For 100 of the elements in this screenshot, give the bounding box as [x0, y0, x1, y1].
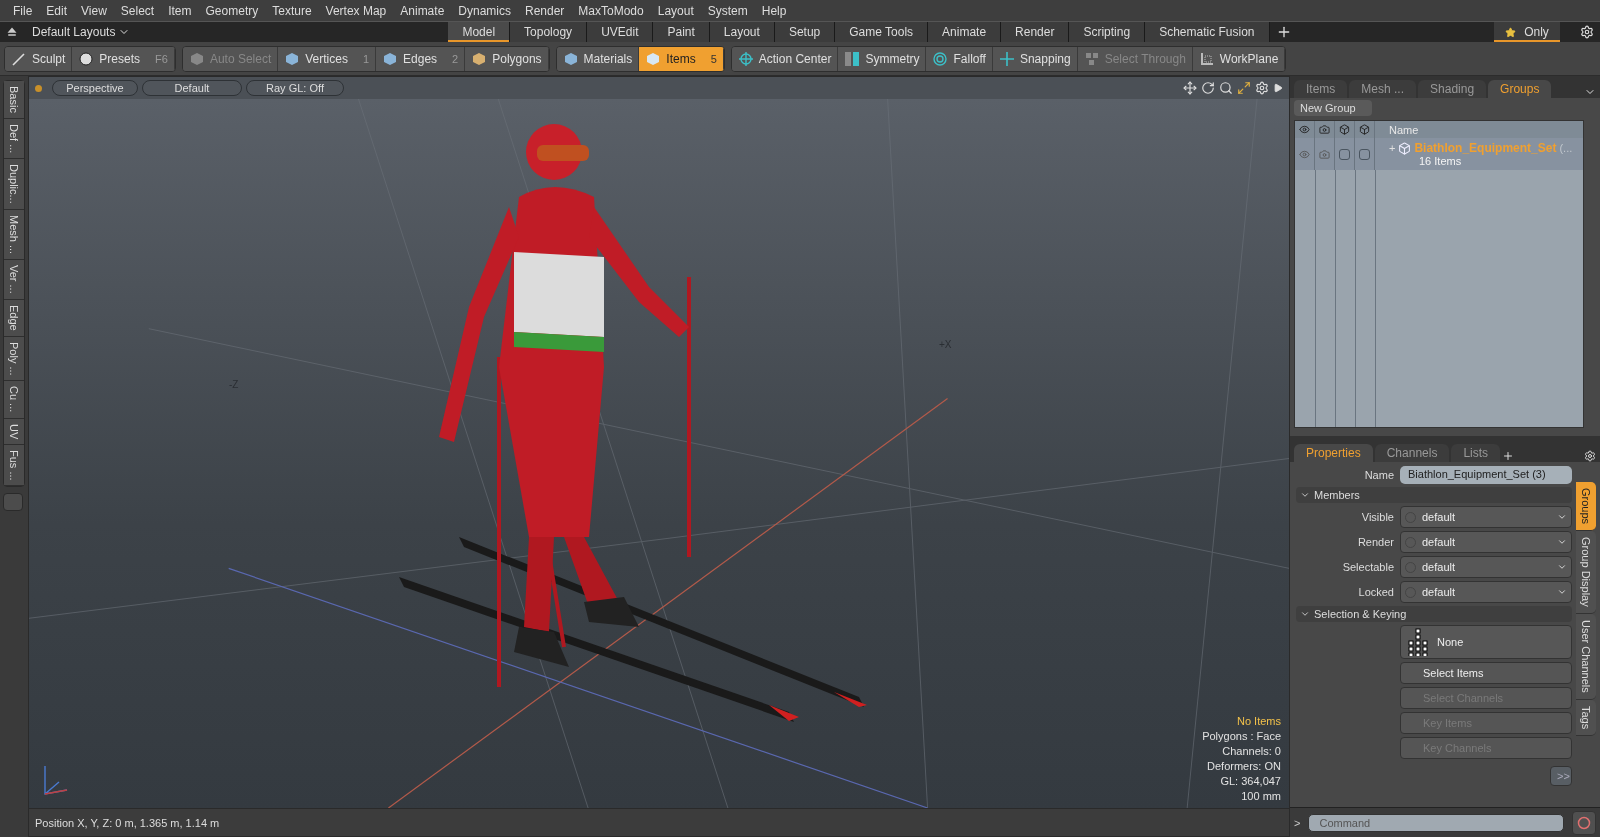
command-prompt: > — [1294, 816, 1301, 829]
cube-icon — [1339, 124, 1350, 135]
up-arrow-icon — [6, 26, 18, 38]
field-label: Render — [1356, 536, 1394, 548]
field-label: Visible — [1360, 511, 1394, 523]
dropdown[interactable]: default — [1400, 506, 1572, 528]
menu-item[interactable]: Layout — [650, 0, 701, 21]
cube-icon — [284, 50, 301, 67]
menu-item[interactable]: MaxToModo — [571, 0, 651, 21]
panel-toggle-button[interactable] — [3, 493, 23, 512]
layout-tab[interactable]: Model — [448, 22, 511, 42]
collapse-icon — [1300, 490, 1310, 500]
layout-tab[interactable]: Layout — [709, 22, 775, 42]
layout-tab[interactable]: Paint — [653, 22, 710, 42]
expand-icon[interactable] — [1237, 81, 1251, 95]
settings-icon[interactable] — [1584, 450, 1596, 462]
section-header[interactable]: Members — [1296, 487, 1572, 503]
plus-icon[interactable] — [1502, 450, 1515, 462]
sphere-icon — [78, 50, 95, 67]
menu-item[interactable]: Item — [161, 0, 199, 21]
layout-tab[interactable]: Animate — [928, 22, 1002, 42]
viewport-option-button[interactable]: Perspective — [52, 80, 138, 96]
caret-icon — [1557, 562, 1567, 572]
name-field[interactable]: Biathlon_Equipment_Set (3) — [1400, 466, 1572, 484]
action-button[interactable]: Select Items — [1400, 662, 1572, 684]
menu-item[interactable]: Help — [754, 0, 794, 21]
new-group-button[interactable]: New Group — [1294, 100, 1372, 116]
dropdown[interactable]: default — [1400, 581, 1572, 603]
section-title: Members — [1314, 489, 1360, 501]
tool-tab[interactable]: Basic — [4, 81, 24, 119]
side-tab[interactable]: User Channels — [1576, 613, 1596, 700]
menu-item[interactable]: Select — [113, 0, 162, 21]
layout-tab[interactable]: Topology — [510, 22, 588, 42]
caret-icon — [1557, 587, 1567, 597]
group-name: Biathlon_Equipment_Set — [1414, 141, 1557, 155]
menu-item[interactable]: System — [700, 0, 755, 21]
hierarchy-button[interactable]: None — [1400, 625, 1572, 659]
cube-icon — [645, 50, 662, 67]
column-header: Name — [1388, 123, 1420, 136]
checkbox[interactable] — [1359, 148, 1370, 160]
checkbox[interactable] — [1339, 148, 1350, 160]
viewport-option-button[interactable]: Ray GL: Off — [246, 80, 344, 96]
layout-tab[interactable]: Setup — [774, 22, 836, 42]
layout-tab[interactable]: Schematic Fusion — [1145, 22, 1270, 42]
command-field[interactable]: Command — [1308, 813, 1564, 832]
only-button[interactable]: Only — [1494, 22, 1560, 42]
star-icon — [1505, 26, 1517, 38]
hierarchy-icon — [1407, 628, 1429, 656]
toolbar-button[interactable]: Materials — [556, 46, 640, 71]
side-tab[interactable]: Group Display — [1576, 531, 1596, 614]
grid-icon — [1198, 50, 1215, 67]
field-label: Selectable — [1341, 561, 1394, 573]
symmetry-icon — [844, 50, 861, 67]
viewport-info-text: Deformers: ON — [1207, 759, 1281, 774]
field-label: Name — [1363, 469, 1394, 481]
settings-icon — [1580, 25, 1594, 39]
viewport-info-text: 100 mm — [1241, 789, 1281, 804]
layout-tab[interactable]: Game Tools — [835, 22, 929, 42]
layout-tab[interactable]: Render — [1001, 22, 1070, 42]
panel-tab[interactable]: Channels — [1374, 444, 1450, 462]
toolbar-button[interactable]: Items 5 — [639, 46, 724, 71]
search-icon[interactable] — [1219, 81, 1233, 95]
brush-icon — [11, 50, 27, 67]
group-name-overflow: (... — [1559, 142, 1573, 154]
section-header[interactable]: Selection & Keying — [1296, 606, 1572, 622]
menu-item[interactable]: Vertex Map — [318, 0, 394, 21]
viewport-info-text: Polygons : Face — [1202, 729, 1281, 744]
panel-tab[interactable]: Groups — [1488, 80, 1552, 98]
layout-tab[interactable]: UVEdit — [587, 22, 654, 42]
viewport-info-text: GL: 364,047 — [1220, 774, 1281, 789]
menu-item[interactable]: Animate — [393, 0, 452, 21]
panel-tab[interactable]: Mesh ... — [1349, 80, 1417, 98]
panel-tab[interactable]: Lists — [1451, 444, 1501, 462]
rotate-icon[interactable] — [1201, 81, 1215, 95]
settings-icon[interactable] — [1255, 81, 1269, 95]
menu-item[interactable]: Dynamics — [451, 0, 518, 21]
panel-tab[interactable]: Properties — [1294, 444, 1373, 462]
toolbar-button[interactable]: Action Center — [731, 46, 839, 71]
side-tab[interactable]: Tags — [1576, 699, 1596, 736]
toolbar-button[interactable]: Sculpt — [5, 46, 73, 71]
menu-item[interactable]: Geometry — [198, 0, 266, 21]
play-icon[interactable] — [1273, 83, 1283, 93]
panel-tab[interactable]: Shading — [1418, 80, 1487, 98]
viewport-info-text: Channels: 0 — [1222, 744, 1281, 759]
field-label: Locked — [1357, 586, 1394, 598]
menu-item[interactable]: Render — [518, 0, 572, 21]
side-tab[interactable]: Groups — [1576, 482, 1596, 532]
layout-tab[interactable]: Scripting — [1069, 22, 1146, 42]
move-icon[interactable] — [1183, 81, 1197, 95]
status-dot-icon — [35, 84, 42, 92]
viewport-option-button[interactable]: Default — [142, 80, 242, 96]
dropdown[interactable]: default — [1400, 556, 1572, 578]
menu-item[interactable]: View — [74, 0, 114, 21]
dropdown[interactable]: default — [1400, 531, 1572, 553]
panel-tab[interactable]: Items — [1294, 80, 1348, 98]
menu-item[interactable]: Texture — [265, 0, 319, 21]
menu-item[interactable]: Edit — [39, 0, 75, 21]
menu-item[interactable]: File — [6, 0, 40, 21]
record-button[interactable] — [1572, 810, 1596, 835]
layout-dropdown[interactable]: Default Layouts — [24, 25, 139, 39]
